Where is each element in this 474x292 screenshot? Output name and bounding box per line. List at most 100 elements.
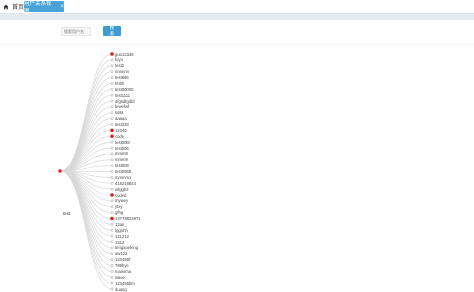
tree-leaf-node[interactable] [110, 199, 114, 203]
tree-root-node[interactable] [58, 169, 62, 173]
tree-leaf-node[interactable] [110, 240, 114, 244]
tree-leaf-label[interactable]: test1111 [115, 93, 130, 98]
tree-leaf-label[interactable]: test00l8 [115, 140, 130, 145]
relation-tree-panel: test guo12345 fuyu test2 nnnnnn test666 hhhh t… [0, 45, 474, 292]
tree-leaf-label[interactable]: waee [115, 275, 125, 280]
tab-user-relation-view[interactable]: 用户关系视图 × [24, 0, 64, 15]
tree-link [59, 83, 113, 172]
tree-leaf-label[interactable]: 121212 [115, 234, 129, 239]
tree-leaf-node[interactable] [110, 275, 114, 279]
tree-leaf-node[interactable] [110, 134, 114, 139]
tree-leaf-label[interactable]: aaaaa [115, 116, 127, 121]
tree-leaf-label[interactable]: 123456f [115, 257, 130, 262]
tree-leaf-node[interactable] [110, 117, 114, 120]
tree-leaf-label[interactable]: 789hye [115, 263, 129, 268]
tree-leaf-node[interactable] [110, 146, 114, 150]
tree-root-label[interactable]: test [63, 211, 70, 217]
home-icon [3, 4, 9, 9]
tree-leaf-node[interactable] [110, 246, 114, 250]
tree-leaf-label[interactable]: test0088 [115, 169, 131, 174]
tree-leaf-label[interactable]: dfgsdfgdfd [115, 99, 135, 104]
tree-leaf-node[interactable] [110, 176, 114, 179]
tree-leaf-node[interactable] [110, 287, 114, 291]
tree-leaf-label[interactable]: guo12345 [115, 52, 134, 57]
tab-home-label: 首页 [12, 5, 25, 11]
tree-leaf-label[interactable]: 123456bm [115, 281, 135, 286]
tree-leaf-node[interactable] [110, 211, 114, 214]
tree-leaf-node[interactable] [110, 205, 114, 209]
tree-leaf-node[interactable] [110, 111, 114, 115]
tree-leaf-node[interactable] [110, 158, 114, 162]
search-input[interactable] [61, 27, 91, 36]
tree-leaf-label[interactable]: duang [115, 287, 127, 292]
tree-leaf-label[interactable]: fggnhh [115, 228, 128, 233]
tree-leaf-node[interactable] [110, 281, 114, 285]
tree-leaf-node[interactable] [110, 152, 114, 156]
search-button[interactable]: 搜索 [103, 25, 121, 36]
tree-leaf-label[interactable]: 418318844 [115, 181, 136, 186]
tree-leaf-label[interactable]: wfggh3 [115, 187, 129, 192]
tree-leaf-label[interactable]: 13778823971 [115, 216, 141, 221]
tree-leaf-label[interactable]: test00000 [115, 87, 133, 92]
tree-link [59, 170, 113, 284]
tree-leaf-label[interactable]: mamima [115, 269, 131, 274]
tree-leaf-node[interactable] [110, 99, 114, 103]
tab-bar: 首页 用户关系视图 × [0, 0, 474, 15]
relation-tree [58, 52, 114, 291]
tree-leaf-node[interactable] [110, 170, 114, 173]
tree-leaf-node[interactable] [110, 82, 114, 85]
tree-leaf-node[interactable] [110, 187, 114, 191]
tree-leaf-label[interactable]: test666 [115, 75, 129, 80]
tab-active-label: 用户关系视图 [24, 0, 52, 15]
tree-leaf-node[interactable] [110, 193, 114, 197]
tree-leaf-node[interactable] [110, 128, 114, 133]
tree-link [59, 170, 113, 278]
tree-leaf-label[interactable]: ytxy [115, 204, 122, 209]
tree-leaf-node[interactable] [110, 270, 114, 273]
tree-leaf-node[interactable] [110, 181, 114, 185]
tree-leaf-label[interactable]: 1312 [115, 240, 124, 245]
tree-leaf-node[interactable] [110, 164, 114, 167]
tree-leaf-node[interactable] [110, 52, 114, 56]
tree-leaf-node[interactable] [110, 70, 114, 73]
tree-leaf-node[interactable] [110, 123, 114, 126]
tree-leaf-node[interactable] [110, 105, 114, 109]
tree-leaf-label[interactable]: ssss [115, 110, 123, 115]
tab-home[interactable]: 首页 [3, 1, 24, 12]
tree-leaf-node[interactable] [110, 64, 114, 68]
tree-link [59, 65, 113, 172]
tree-leaf-label[interactable]: test006 [115, 146, 129, 151]
tree-leaf-node[interactable] [110, 258, 114, 261]
tree-leaf-label[interactable]: mmmm1 [115, 175, 131, 180]
tree-leaf-node[interactable] [110, 93, 114, 97]
tree-leaf-label[interactable]: test008 [115, 163, 129, 168]
tree-leaf-node[interactable] [110, 252, 114, 256]
tree-leaf-label[interactable]: mywey [115, 198, 128, 203]
tree-leaf-label[interactable]: gfhg [115, 210, 123, 215]
tree-leaf-label[interactable]: hhhh [115, 81, 124, 86]
tree-leaf-node[interactable] [110, 223, 114, 226]
close-icon[interactable]: × [60, 4, 64, 10]
tree-leaf-label[interactable]: 12an_ [115, 222, 127, 227]
tree-leaf-label[interactable]: fewefwf [115, 104, 129, 109]
tree-leaf-node[interactable] [110, 264, 114, 267]
tree-leaf-label[interactable]: test2 [115, 63, 124, 68]
tree-leaf-label[interactable]: code [115, 134, 124, 139]
tree-leaf-node[interactable] [110, 234, 114, 238]
tree-leaf-label[interactable]: nnnnnn [115, 69, 129, 74]
tree-leaf-label[interactable]: mmm8 [115, 151, 128, 156]
tree-leaf-node[interactable] [110, 216, 114, 221]
tree-leaf-label[interactable]: coded [115, 193, 126, 198]
tree-leaf-node[interactable] [110, 76, 114, 79]
tree-leaf-label[interactable]: 12345 [115, 128, 127, 133]
tree-leaf-label[interactable]: mmm9 [115, 157, 128, 162]
tree-leaf-label[interactable]: aw123 [115, 251, 127, 256]
tree-leaf-node[interactable] [110, 140, 114, 144]
tree-leaf-label[interactable]: tengxuefeng [115, 245, 138, 250]
tree-leaf-label[interactable]: fuyu [115, 57, 123, 62]
tree-link [59, 170, 113, 266]
tree-leaf-node[interactable] [110, 58, 114, 62]
tree-leaf-node[interactable] [110, 228, 114, 232]
tree-leaf-label[interactable]: test333 [115, 122, 129, 127]
tree-leaf-node[interactable] [110, 87, 114, 91]
